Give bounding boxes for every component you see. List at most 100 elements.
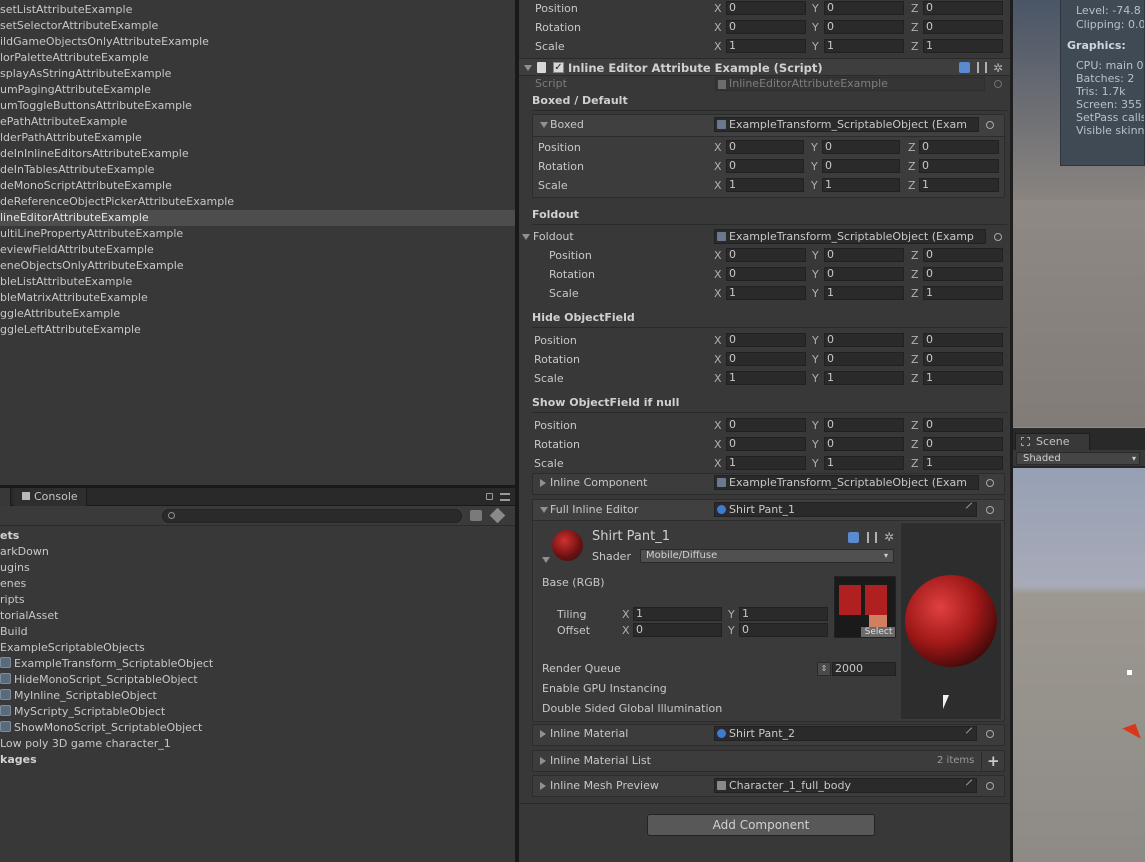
position-x-field[interactable]: 0 [726, 333, 806, 347]
hierarchy-item[interactable]: deMonoScriptAttributeExample [0, 178, 515, 194]
scene-viewport[interactable] [1013, 468, 1145, 862]
scale-x-field[interactable]: 1 [726, 286, 806, 300]
project-tree-item[interactable]: ShowMonoScript_ScriptableObject [0, 720, 515, 736]
rotation-z-field[interactable]: 0 [923, 437, 1003, 451]
foldout-icon[interactable] [522, 234, 530, 240]
project-tree-item[interactable]: Low poly 3D game character_1 [0, 736, 515, 752]
shading-mode-dropdown[interactable]: Shaded ▾ [1016, 452, 1140, 465]
position-x-field[interactable]: 0 [726, 418, 806, 432]
hierarchy-item[interactable]: ggleAttributeExample [0, 306, 515, 322]
inline-mesh-foldout-icon[interactable] [540, 782, 546, 790]
rotation-z-field[interactable]: 0 [923, 352, 1003, 366]
boxed-object-field[interactable]: ExampleTransform_ScriptableObject (Exam [714, 117, 979, 132]
position-x-field[interactable]: 0 [726, 140, 804, 154]
inline-mesh-field[interactable]: Character_1_full_body [714, 778, 977, 793]
scale-x-field[interactable]: 1 [726, 39, 806, 53]
rotation-x-field[interactable]: 0 [726, 352, 806, 366]
project-tree-item[interactable]: MyScripty_ScriptableObject [0, 704, 515, 720]
rotation-x-field[interactable]: 0 [726, 267, 806, 281]
scale-z-field[interactable]: 1 [923, 39, 1003, 53]
scale-x-field[interactable]: 1 [726, 456, 806, 470]
rotation-y-field[interactable]: 0 [822, 159, 900, 173]
position-z-field[interactable]: 0 [923, 1, 1003, 15]
full-inline-picker-icon[interactable] [986, 506, 994, 514]
add-component-button[interactable]: Add Component [647, 814, 875, 836]
foldout-picker-icon[interactable] [994, 233, 1002, 241]
scale-y-field[interactable]: 1 [822, 178, 900, 192]
foldout-object-field[interactable]: ExampleTransform_ScriptableObject (Examp [714, 229, 986, 244]
project-tree-item[interactable]: ExampleTransform_ScriptableObject [0, 656, 515, 672]
position-y-field[interactable]: 0 [824, 418, 904, 432]
hierarchy-item[interactable]: setSelectorAttributeExample [0, 18, 515, 34]
hierarchy-item[interactable]: deInInlineEditorsAttributeExample [0, 146, 515, 162]
hierarchy-item[interactable]: setListAttributeExample [0, 2, 515, 18]
position-z-field[interactable]: 0 [919, 140, 999, 154]
hierarchy-item[interactable]: lineEditorAttributeExample [0, 210, 515, 226]
position-y-field[interactable]: 0 [824, 1, 904, 15]
material-foldout-icon[interactable] [542, 557, 550, 563]
full-inline-editor-foldout-icon[interactable] [540, 507, 548, 513]
render-queue-field[interactable]: 2000 [832, 662, 896, 676]
project-tree-item[interactable]: ets [0, 528, 515, 544]
material-help-icon[interactable] [848, 532, 859, 543]
scale-y-field[interactable]: 1 [824, 286, 904, 300]
inline-material-field[interactable]: Shirt Pant_2 [714, 726, 977, 741]
hierarchy-item[interactable]: eneObjectsOnlyAttributeExample [0, 258, 515, 274]
select-texture-button[interactable]: Select [861, 627, 895, 637]
position-z-field[interactable]: 0 [923, 418, 1003, 432]
hierarchy-item[interactable]: bleListAttributeExample [0, 274, 515, 290]
render-queue-dropdown[interactable]: ⇕ [817, 662, 831, 676]
position-y-field[interactable]: 0 [822, 140, 900, 154]
position-z-field[interactable]: 0 [923, 333, 1003, 347]
hierarchy-item[interactable]: ultiLinePropertyAttributeExample [0, 226, 515, 242]
scale-z-field[interactable]: 1 [919, 178, 999, 192]
gear-icon[interactable]: ✲ [993, 61, 1003, 75]
scale-z-field[interactable]: 1 [923, 456, 1003, 470]
scale-z-field[interactable]: 1 [923, 286, 1003, 300]
filter-type-icon[interactable] [470, 510, 482, 521]
foldout-arrow-icon[interactable] [524, 65, 532, 71]
rotation-x-field[interactable]: 0 [726, 437, 806, 451]
tab-console[interactable]: Console [14, 488, 87, 506]
position-y-field[interactable]: 0 [824, 333, 904, 347]
inline-material-list-foldout-icon[interactable] [540, 757, 546, 765]
hierarchy-item[interactable]: eviewFieldAttributeExample [0, 242, 515, 258]
hierarchy-item[interactable]: ggleLeftAttributeExample [0, 322, 515, 338]
hierarchy-item[interactable]: lorPaletteAttributeExample [0, 50, 515, 66]
search-input[interactable] [162, 509, 462, 523]
project-tree-item[interactable]: MyInline_ScriptableObject [0, 688, 515, 704]
enable-checkbox[interactable]: ✓ [553, 62, 564, 73]
add-item-icon[interactable]: + [987, 752, 1000, 770]
project-tree-item[interactable]: ripts [0, 592, 515, 608]
scale-z-field[interactable]: 1 [923, 371, 1003, 385]
menu-icon[interactable] [500, 493, 510, 501]
material-gear-icon[interactable]: ✲ [884, 530, 894, 544]
offset-x-field[interactable]: 0 [633, 623, 722, 637]
hierarchy-item[interactable]: ildGameObjectsOnlyAttributeExample [0, 34, 515, 50]
scale-x-field[interactable]: 1 [726, 178, 804, 192]
project-tree-item[interactable]: ugins [0, 560, 515, 576]
hierarchy-item[interactable]: lderPathAttributeExample [0, 130, 515, 146]
material-preview[interactable] [901, 523, 1001, 719]
hierarchy-item[interactable]: ePathAttributeExample [0, 114, 515, 130]
lock-icon[interactable] [486, 493, 493, 500]
offset-y-field[interactable]: 0 [739, 623, 828, 637]
full-inline-editor-field[interactable]: Shirt Pant_1 [714, 502, 977, 517]
texture-slot[interactable]: Select [834, 576, 896, 638]
hierarchy-item[interactable]: umPagingAttributeExample [0, 82, 515, 98]
project-tree-item[interactable]: ExampleScriptableObjects [0, 640, 515, 656]
hierarchy-item[interactable]: deInTablesAttributeExample [0, 162, 515, 178]
tiling-x-field[interactable]: 1 [633, 607, 722, 621]
position-z-field[interactable]: 0 [923, 248, 1003, 262]
rotation-y-field[interactable]: 0 [824, 20, 904, 34]
inline-component-picker-icon[interactable] [986, 479, 994, 487]
material-preset-icon[interactable] [867, 532, 877, 543]
project-tree-item[interactable]: enes [0, 576, 515, 592]
boxed-foldout-icon[interactable] [540, 122, 548, 128]
position-x-field[interactable]: 0 [726, 248, 806, 262]
rotation-z-field[interactable]: 0 [923, 267, 1003, 281]
scale-x-field[interactable]: 1 [726, 371, 806, 385]
scale-y-field[interactable]: 1 [824, 371, 904, 385]
scale-y-field[interactable]: 1 [824, 456, 904, 470]
scale-y-field[interactable]: 1 [824, 39, 904, 53]
